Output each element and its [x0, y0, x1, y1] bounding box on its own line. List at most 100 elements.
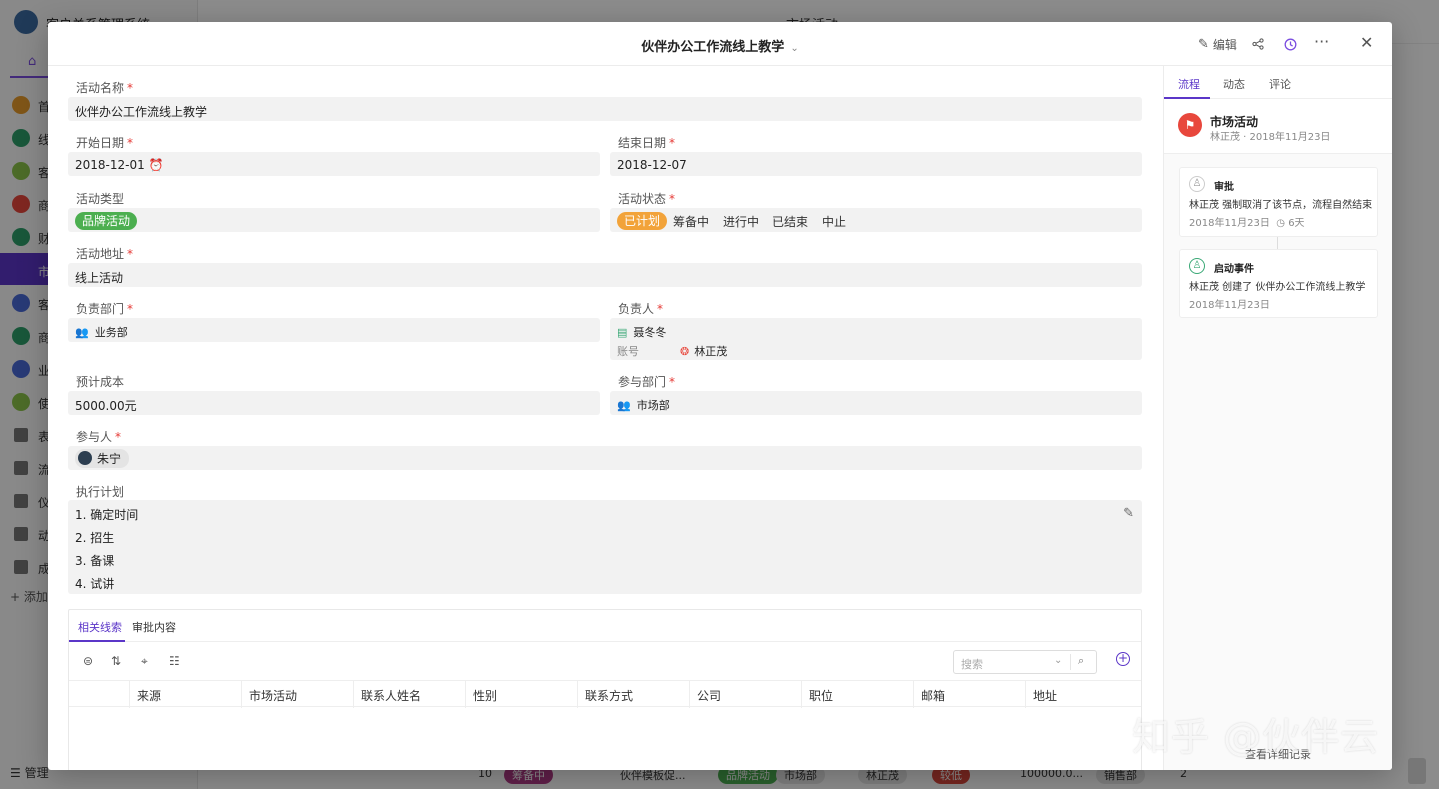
search-input[interactable]: 搜索 ⌄ ⌕: [953, 650, 1097, 674]
modal-header: 伙伴办公工作流线上教学 ⌄ ✎ 编辑 ··· ✕: [48, 22, 1392, 66]
flow-header: ⚑ 市场活动 林正茂 · 2018年11月23日: [1164, 99, 1392, 154]
table-header-cell[interactable]: 地址: [1025, 681, 1137, 708]
alarm-icon: ⏰: [148, 158, 164, 172]
flow-subtitle: 林正茂 · 2018年11月23日: [1210, 132, 1331, 143]
table-header-cell[interactable]: 联系方式: [577, 681, 689, 708]
field-label-name: 活动名称 *: [76, 81, 134, 95]
table-header: 来源 市场活动 联系人姓名 性别 联系方式 公司 职位 邮箱 地址: [69, 680, 1141, 708]
participants-field[interactable]: 朱宁: [68, 446, 1142, 470]
field-label-type: 活动类型: [76, 192, 125, 206]
flow-card-start: ♙ 启动事件 林正茂 创建了 伙伴办公工作流线上教学 2018年11月23日: [1179, 249, 1378, 318]
people-icon: 👥: [75, 326, 89, 339]
plan-line: 1. 确定时间: [75, 508, 139, 522]
table-header-cell[interactable]: 公司: [689, 681, 801, 708]
edit-button[interactable]: ✎ 编辑: [1198, 34, 1237, 54]
tab-related-leads[interactable]: 相关线索: [78, 619, 122, 635]
add-record-icon[interactable]: +: [1116, 652, 1130, 666]
more-options-icon[interactable]: ···: [1314, 31, 1329, 51]
card-body: 林正茂 强制取消了该节点，流程自然结束: [1189, 200, 1373, 211]
status-option-selected[interactable]: 已计划: [617, 212, 668, 230]
table-header-cell[interactable]: 职位: [801, 681, 913, 708]
owner-field[interactable]: ▤ 聂冬冬 账号 ❂ 林正茂: [610, 318, 1142, 360]
related-toolbar: ⊜ ⇅ ⌖ ☷ 搜索 ⌄ ⌕ +: [69, 642, 1141, 680]
history-icon[interactable]: [1284, 34, 1297, 54]
card-meta: 2018年11月23日 ◷ 6天: [1189, 218, 1305, 229]
field-label-status: 活动状态 *: [618, 192, 676, 206]
card-body: 林正茂 创建了 伙伴办公工作流线上教学: [1189, 282, 1366, 293]
close-icon[interactable]: ✕: [1360, 32, 1373, 52]
scroll-handle[interactable]: [1408, 758, 1426, 784]
table-header-cell[interactable]: 来源: [129, 681, 241, 708]
tab-approval-content[interactable]: 审批内容: [132, 619, 176, 635]
related-tabs: 相关线索 审批内容: [69, 610, 1141, 642]
id-card-icon: ▤: [617, 326, 628, 339]
start-date-field[interactable]: 2018-12-01 ⏰: [68, 152, 600, 176]
dept-field[interactable]: 👥 业务部: [68, 318, 600, 342]
account-value: 林正茂: [694, 345, 728, 358]
watermark: 知乎 @伙伴云: [1132, 715, 1380, 759]
tab-activity[interactable]: 动态: [1223, 76, 1245, 92]
status-option[interactable]: 筹备中: [673, 213, 709, 230]
participant-chip: 朱宁: [75, 449, 130, 468]
field-label-owner: 负责人 *: [618, 302, 664, 316]
share-icon[interactable]: [1252, 34, 1264, 54]
flow-card-approval: ♙ 审批 林正茂 强制取消了该节点，流程自然结束 2018年11月23日 ◷ 6…: [1179, 167, 1378, 237]
chevron-down-icon[interactable]: ⌄: [790, 43, 798, 54]
field-label-start: 开始日期 *: [76, 136, 134, 150]
field-label-end: 结束日期 *: [618, 136, 676, 150]
field-label-plan: 执行计划: [76, 485, 125, 499]
table-header-cell[interactable]: 联系人姓名: [353, 681, 465, 708]
plan-line: 2. 招生: [75, 531, 115, 545]
status-option[interactable]: 已结束: [772, 213, 808, 230]
field-label-participants: 参与人 *: [76, 430, 122, 444]
end-date-field[interactable]: 2018-12-07: [610, 152, 1142, 176]
avatar: [78, 451, 92, 465]
card-title: 审批: [1214, 182, 1234, 193]
flow-connector: [1277, 237, 1278, 249]
plan-field[interactable]: 1. 确定时间 2. 招生 3. 备课 4. 试讲 ✎: [68, 500, 1142, 594]
tab-flow[interactable]: 流程: [1178, 76, 1200, 92]
plan-line: 3. 备课: [75, 554, 115, 568]
activity-status-field: 已计划 筹备中 进行中 已结束 中止: [610, 208, 1142, 232]
pencil-icon: ✎: [1198, 36, 1209, 52]
cost-field[interactable]: 5000.00元: [68, 391, 600, 415]
activity-name-field[interactable]: 伙伴办公工作流线上教学: [68, 97, 1142, 121]
pencil-icon[interactable]: ✎: [1123, 506, 1134, 521]
field-label-join-dept: 参与部门 *: [618, 375, 676, 389]
table-header-cell[interactable]: 性别: [465, 681, 577, 708]
filter-icon[interactable]: ⊜: [83, 654, 93, 668]
pin-icon[interactable]: ⌖: [141, 654, 148, 669]
tab-comments[interactable]: 评论: [1269, 76, 1291, 92]
card-meta: 2018年11月23日: [1189, 300, 1270, 311]
columns-icon[interactable]: ☷: [169, 654, 180, 668]
clock-icon: ◷: [1276, 218, 1285, 229]
account-label: 账号: [617, 345, 639, 358]
people-icon: 👥: [617, 399, 631, 412]
side-panel: 流程 动态 评论 ⚑ 市场活动 林正茂 · 2018年11月23日 ♙ 审批 林…: [1163, 66, 1392, 770]
sort-icon[interactable]: ⇅: [111, 654, 121, 668]
record-modal: 伙伴办公工作流线上教学 ⌄ ✎ 编辑 ··· ✕ 活动名称 * 伙伴办公工作流线上教学…: [48, 22, 1392, 770]
table-header-cell[interactable]: 市场活动: [241, 681, 353, 708]
record-form: 活动名称 * 伙伴办公工作流线上教学 开始日期 * 2018-12-01 ⏰ 结束日…: [68, 66, 1142, 770]
field-label-cost: 预计成本: [76, 375, 125, 389]
card-title: 启动事件: [1214, 264, 1254, 275]
avatar: ❂: [680, 345, 690, 358]
modal-title[interactable]: 伙伴办公工作流线上教学 ⌄: [48, 36, 1392, 55]
user-icon: ♙: [1189, 176, 1205, 192]
activity-address-field[interactable]: 线上活动: [68, 263, 1142, 287]
join-dept-field[interactable]: 👥 市场部: [610, 391, 1142, 415]
related-records-panel: 相关线索 审批内容 ⊜ ⇅ ⌖ ☷ 搜索 ⌄ ⌕ + 来源 市场活动 联系人姓名 性别…: [68, 609, 1142, 770]
table-header-select: [69, 681, 129, 708]
side-tabs: 流程 动态 评论: [1164, 66, 1392, 99]
table-header-cell[interactable]: 邮箱: [913, 681, 1025, 708]
activity-type-field[interactable]: 品牌活动: [68, 208, 600, 232]
chevron-down-icon[interactable]: ⌄: [1054, 655, 1062, 666]
status-option[interactable]: 中止: [822, 213, 846, 230]
status-option[interactable]: 进行中: [723, 213, 759, 230]
search-icon[interactable]: ⌕: [1078, 654, 1084, 668]
field-label-dept: 负责部门 *: [76, 302, 134, 316]
user-icon: ♙: [1189, 258, 1205, 274]
field-label-address: 活动地址 *: [76, 247, 134, 261]
type-tag: 品牌活动: [75, 212, 138, 230]
flag-icon: ⚑: [1178, 113, 1202, 137]
